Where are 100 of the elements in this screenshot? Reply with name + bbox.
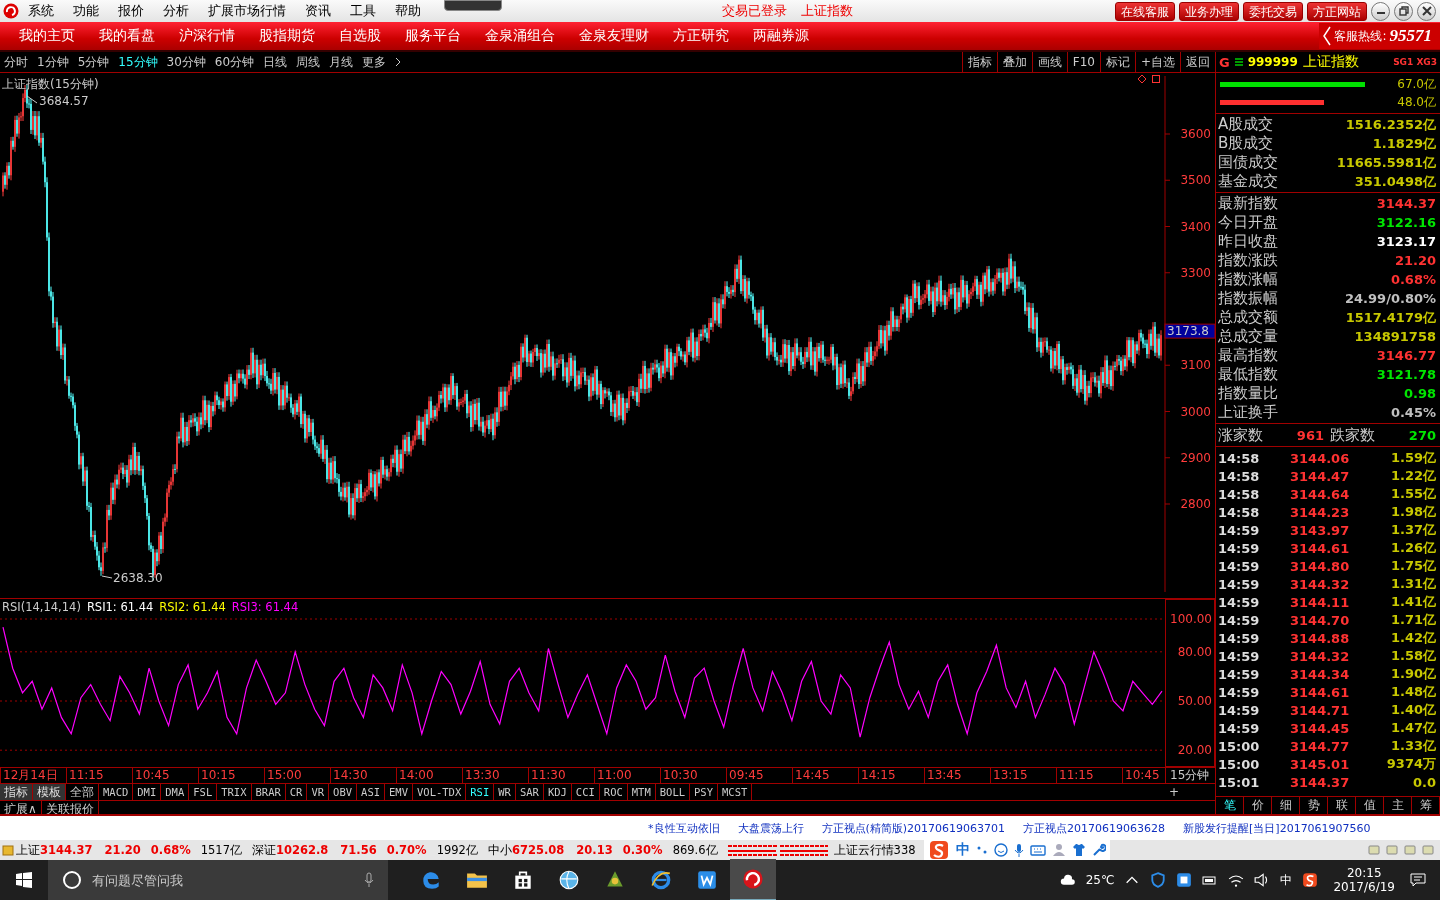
tick-time: 14:59 — [1218, 612, 1261, 628]
wrench-icon[interactable] — [1091, 843, 1106, 857]
indicator-tab[interactable]: 模板 — [33, 784, 66, 800]
news-link[interactable]: 方正视点(精简版)20170619063701 — [821, 820, 1006, 836]
period-tab[interactable]: 更多 — [362, 53, 387, 71]
shirt-icon[interactable] — [1071, 843, 1086, 857]
menu-item[interactable]: 系统 — [28, 2, 54, 20]
period-tab[interactable]: 日线 — [263, 53, 288, 71]
shield-icon[interactable] — [1150, 872, 1167, 888]
menu-item[interactable]: 功能 — [73, 2, 99, 20]
indicator-tab[interactable]: 指标 — [0, 784, 33, 800]
menu-item[interactable]: 工具 — [350, 2, 376, 20]
period-tab[interactable]: 周线 — [296, 53, 321, 71]
cloud-status: 上证云行情338 — [833, 842, 916, 858]
nav-tab[interactable]: 两融券源 — [753, 27, 809, 45]
tick-volume: 1.40亿 — [1390, 701, 1436, 719]
ime-logo-icon[interactable] — [1302, 872, 1319, 888]
news-link[interactable]: 方正视点20170619063628 — [1023, 820, 1166, 836]
index-change: 21.20 — [104, 843, 141, 857]
menu-item[interactable]: 扩展市场行情 — [208, 2, 286, 20]
period-tab[interactable]: 分时 — [4, 53, 28, 71]
period-tab[interactable]: 1分钟 — [37, 53, 69, 71]
index-percent: 0.30% — [622, 843, 663, 857]
header-button[interactable]: 委托交易 — [1243, 1, 1303, 21]
stat-label: 指数涨幅 — [1218, 270, 1278, 289]
header-button[interactable]: 业务办理 — [1179, 1, 1239, 21]
nav-tab[interactable]: 金泉涌组合 — [485, 27, 555, 45]
close-button[interactable] — [1417, 1, 1436, 21]
tick-price: 3144.61 — [1290, 540, 1351, 556]
wifi-icon[interactable] — [1228, 872, 1245, 888]
time-label: 10:15 — [198, 768, 264, 783]
nav-tab[interactable]: 我的看盘 — [99, 27, 155, 45]
menu-item[interactable]: 分析 — [163, 2, 189, 20]
nav-tab[interactable]: 我的主页 — [19, 27, 75, 45]
nav-tab[interactable]: 沪深行情 — [179, 27, 235, 45]
news-link[interactable]: *良性互动依旧 — [648, 820, 720, 836]
search-field[interactable]: 有问题尽管问我 — [90, 871, 356, 889]
stat-value: 3144.37 — [1376, 196, 1436, 211]
time-label: 14:30 — [330, 768, 396, 783]
index-value: 10262.8 — [275, 843, 329, 857]
flow-value: 67.0亿 — [1397, 77, 1436, 91]
header-button[interactable]: 在线客服 — [1115, 1, 1175, 21]
notification-icon[interactable] — [1410, 872, 1426, 888]
clock-date[interactable]: 2017/6/19 — [1333, 880, 1395, 894]
add-button[interactable]: + — [1169, 785, 1215, 799]
weather-text[interactable]: 25℃ — [1085, 873, 1115, 887]
chevron-icon — [1323, 26, 1332, 46]
indicator-value: RSI1: 61.44 — [86, 600, 154, 614]
time-label: 15:00 — [264, 768, 330, 783]
menu-item[interactable]: 报价 — [118, 2, 144, 20]
document-app-icon[interactable] — [696, 869, 718, 891]
store-bag-icon[interactable] — [512, 869, 534, 891]
time-label: 11:30 — [528, 768, 594, 783]
menu-icon[interactable] — [1234, 57, 1243, 67]
globe-icon[interactable] — [558, 869, 580, 891]
cloud-icon[interactable] — [1059, 872, 1076, 888]
nav-tab[interactable]: 自选股 — [339, 27, 381, 45]
news-link[interactable]: 大盘震荡上行 — [737, 820, 804, 836]
nav-tab[interactable]: 金泉友理财 — [579, 27, 649, 45]
time-label: 10:30 — [660, 768, 726, 783]
clock-time[interactable]: 20:15 — [1346, 866, 1382, 880]
period-tab[interactable]: 60分钟 — [214, 53, 255, 71]
menu-item[interactable]: 资讯 — [305, 2, 331, 20]
search-bar[interactable]: 有问题尽管问我 — [48, 860, 388, 900]
period-tab[interactable]: 15分钟 — [118, 53, 158, 71]
restore-button[interactable] — [1394, 1, 1413, 21]
stat-value: 134891758 — [1354, 329, 1436, 344]
internet-explorer-icon[interactable] — [650, 869, 672, 891]
microphone-icon[interactable] — [1013, 843, 1024, 857]
windows-start-icon[interactable] — [16, 872, 32, 888]
minimize-button[interactable] — [1371, 1, 1390, 21]
period-tab[interactable]: 5分钟 — [77, 53, 110, 71]
ime-language[interactable]: 中 — [955, 841, 970, 859]
microphone-icon[interactable] — [364, 872, 374, 888]
input-language[interactable]: 中 — [1280, 871, 1293, 889]
cortana-ring-icon[interactable] — [62, 870, 82, 890]
tick-price: 3144.32 — [1290, 576, 1351, 592]
time-label: 14:15 — [858, 768, 924, 783]
nav-tab[interactable]: 服务平台 — [405, 27, 461, 45]
square-icon[interactable] — [1151, 74, 1161, 84]
smiley-icon[interactable] — [993, 843, 1008, 857]
nav-tab[interactable]: 股指期货 — [259, 27, 315, 45]
edge-browser-icon[interactable] — [420, 869, 442, 891]
diamond-icon[interactable] — [1137, 74, 1147, 84]
keyboard-icon[interactable] — [1029, 844, 1046, 856]
trading-app-taskbar-button[interactable] — [730, 859, 776, 900]
news-link[interactable]: 新股发行提醒[当日]2017061907560 — [1183, 820, 1371, 836]
status-text: 上证指数 — [801, 2, 853, 20]
chevron-right-icon[interactable] — [395, 57, 402, 67]
app-tray-icon[interactable] — [1176, 872, 1193, 888]
header-button[interactable]: 方正网站 — [1307, 1, 1367, 21]
time-label: 11:15 — [66, 768, 132, 783]
period-tab[interactable]: 30分钟 — [166, 53, 206, 71]
stat-label: B股成交 — [1218, 134, 1274, 153]
tick-price: 3145.01 — [1290, 756, 1351, 772]
menu-item[interactable]: 帮助 — [395, 2, 421, 20]
current-price-tag: 3173.8 — [1164, 323, 1215, 339]
period-tab[interactable]: 月线 — [329, 53, 354, 71]
tick-price: 3144.11 — [1290, 594, 1351, 610]
nav-tab[interactable]: 方正研究 — [673, 27, 729, 45]
